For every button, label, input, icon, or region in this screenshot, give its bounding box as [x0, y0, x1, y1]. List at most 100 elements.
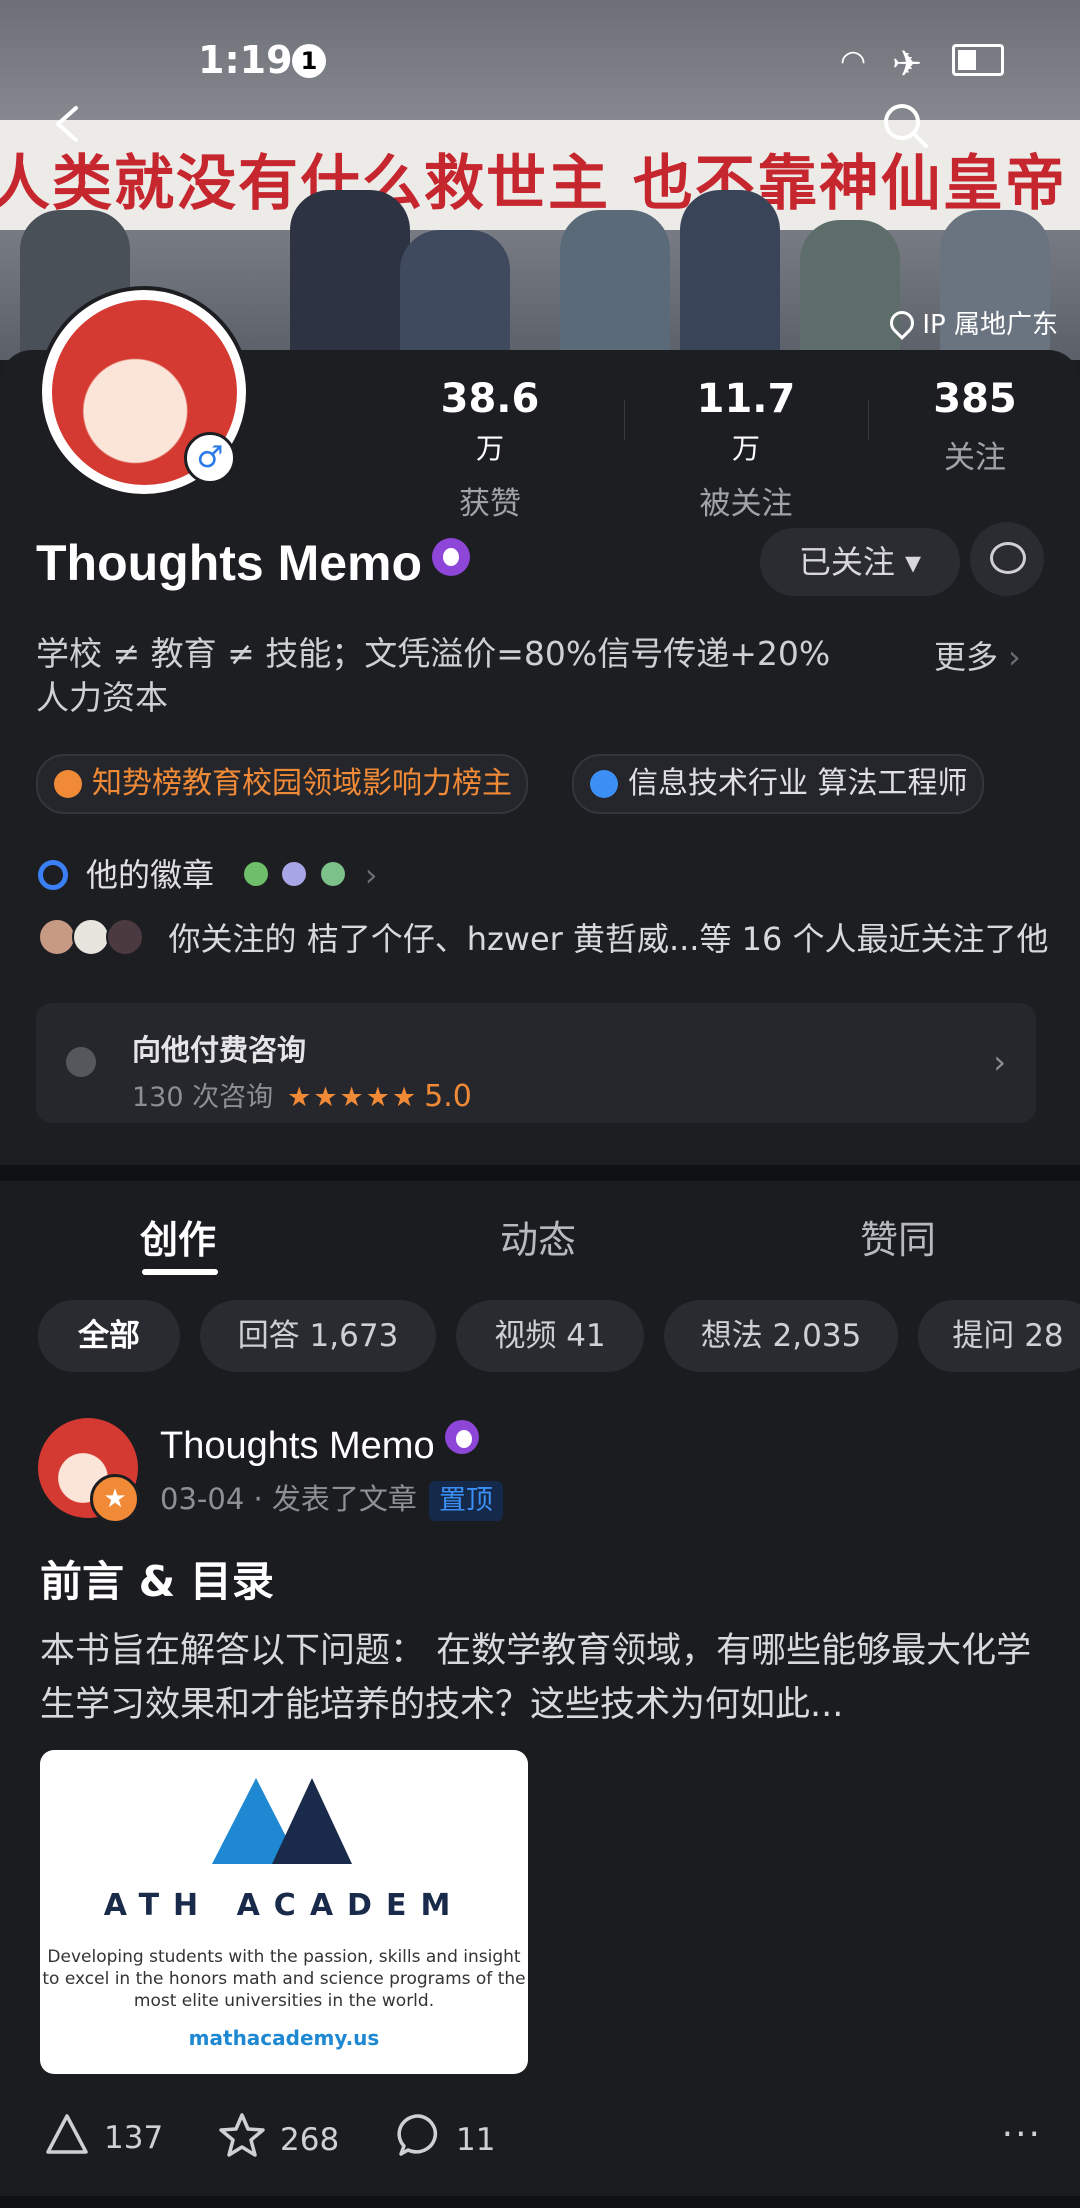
- medal-icon: [282, 862, 307, 886]
- battery-icon: [952, 44, 1004, 76]
- upvote-triangle-icon: [46, 2114, 88, 2154]
- post-actions: 137 268 11 ···: [0, 2106, 1080, 2166]
- filter-chips: 全部 回答 1,673 视频 41 想法 2,035 提问 28: [0, 1300, 1080, 1372]
- chip-all[interactable]: 全部: [38, 1300, 180, 1372]
- star-badge-icon: [54, 770, 82, 798]
- medals-label: 他的徽章: [86, 856, 215, 894]
- cover-figure: [680, 190, 780, 360]
- verified-check-icon: [590, 770, 618, 798]
- following-button[interactable]: 已关注 ▾: [760, 528, 960, 596]
- verified-badge-icon: [432, 538, 471, 576]
- notification-badge: 1: [292, 44, 326, 78]
- comment-count: 11: [456, 2122, 496, 2158]
- more-label: 更多: [934, 638, 999, 676]
- stat-followers[interactable]: 11.7 万 被关注: [676, 376, 816, 523]
- cover-figure: [800, 220, 900, 360]
- stat-likes[interactable]: 38.6 万 获赞: [420, 376, 560, 523]
- thumbnail-url: mathacademy.us: [188, 2026, 380, 2050]
- cover-figure: [290, 190, 410, 360]
- status-time: 1:19: [198, 38, 293, 82]
- post-excerpt[interactable]: 本书旨在解答以下问题： 在数学教育领域，有哪些能够最大化学生学习效果和才能培养的…: [40, 1624, 1040, 1732]
- tab-upvotes[interactable]: 赞同: [860, 1209, 936, 1264]
- tag-label: 知势榜教育校园领域影响力榜主: [92, 766, 512, 801]
- cover-figure: [400, 230, 510, 360]
- coin-icon: [66, 1047, 96, 1077]
- friend-avatar: [38, 918, 76, 956]
- gender-male-icon: ♂: [184, 432, 236, 484]
- consult-title: 向他付费咨询: [132, 1033, 307, 1067]
- post-meta-text: 03-04 · 发表了文章: [160, 1482, 417, 1516]
- consult-info: 130 次咨询 ★★★★★ 5.0: [132, 1075, 472, 1114]
- mutual-follow-row[interactable]: 你关注的 桔了个仔、hzwer 黄哲威...等 16 个人最近关注了他: [38, 914, 1049, 960]
- status-bar: 1:19 1 ◠ ✈: [0, 38, 1080, 88]
- stat-following[interactable]: 385 关注: [915, 376, 1035, 477]
- tab-creations[interactable]: 创作: [140, 1209, 216, 1264]
- star-badge-icon: ★: [90, 1474, 140, 1524]
- chip-answers[interactable]: 回答 1,673: [200, 1300, 436, 1372]
- more-options-icon[interactable]: ···: [1002, 2114, 1042, 2155]
- stat-value: 38.6 万: [440, 376, 540, 465]
- back-arrow-icon[interactable]: [48, 104, 88, 144]
- next-item-divider: [0, 2196, 1080, 2208]
- verified-badge-icon: [444, 1420, 479, 1454]
- wifi-icon: ◠: [840, 44, 867, 79]
- chevron-right-icon: ›: [1008, 638, 1021, 676]
- tab-activity[interactable]: 动态: [500, 1209, 576, 1264]
- cover-figure: [560, 210, 670, 360]
- paid-consult-card[interactable]: 向他付费咨询 130 次咨询 ★★★★★ 5.0 ›: [36, 1003, 1036, 1123]
- stat-value: 385: [933, 376, 1017, 422]
- post-author[interactable]: Thoughts Memo: [160, 1420, 479, 1468]
- medals-row[interactable]: 他的徽章 ›: [38, 850, 378, 896]
- chip-questions[interactable]: 提问 28: [918, 1300, 1080, 1372]
- math-academy-logo-icon: [272, 1778, 352, 1864]
- consult-count: 130 次咨询: [132, 1082, 274, 1113]
- post-author-avatar[interactable]: ★: [38, 1418, 140, 1524]
- friend-avatar: [106, 918, 145, 956]
- active-tab-indicator: [142, 1269, 218, 1275]
- section-divider: [0, 1165, 1080, 1181]
- comment-button[interactable]: 11: [396, 2112, 495, 2158]
- chat-bubble-icon: [990, 542, 1026, 574]
- search-icon[interactable]: [880, 100, 930, 150]
- stat-label: 获赞: [459, 486, 521, 522]
- thumbnail-brand: ATH ACADEM: [103, 1888, 465, 1923]
- upvote-count: 137: [104, 2120, 164, 2156]
- thumbnail-description: Developing students with the passion, sk…: [42, 1947, 526, 2011]
- occupation-tag[interactable]: 信息技术行业 算法工程师: [572, 754, 984, 814]
- ip-location: IP 属地广东: [885, 304, 1058, 341]
- mutual-follow-text: 你关注的 桔了个仔、hzwer 黄哲威...等 16 个人最近关注了他: [168, 920, 1049, 958]
- star-outline-icon: [219, 2113, 265, 2157]
- chip-thoughts[interactable]: 想法 2,035: [664, 1300, 898, 1372]
- chevron-right-icon: ›: [364, 856, 378, 894]
- chip-videos[interactable]: 视频 41: [456, 1300, 644, 1372]
- upvote-button[interactable]: 137: [44, 2112, 163, 2156]
- ribbon-icon: [38, 860, 68, 890]
- ip-location-text: IP 属地广东: [922, 310, 1058, 340]
- profile-name-text: Thoughts Memo: [36, 535, 423, 591]
- bio-more-link[interactable]: 更多 ›: [934, 632, 1021, 678]
- post-title[interactable]: 前言 & 目录: [40, 1548, 274, 1609]
- tag-label: 信息技术行业 算法工程师: [628, 766, 968, 801]
- pinned-badge: 置顶: [428, 1481, 503, 1521]
- favorite-count: 268: [280, 2122, 340, 2158]
- location-pin-icon: [885, 306, 920, 340]
- stat-value: 11.7 万: [696, 376, 796, 465]
- chevron-right-icon: ›: [993, 1043, 1006, 1081]
- post-author-name: Thoughts Memo: [160, 1425, 435, 1467]
- message-button[interactable]: [970, 522, 1044, 596]
- comment-bubble-icon: [397, 2114, 438, 2156]
- medal-icon: [244, 862, 269, 886]
- stat-divider: [868, 400, 869, 440]
- friend-avatar: [72, 918, 111, 956]
- profile-name: Thoughts Memo: [36, 534, 471, 592]
- stat-label: 关注: [944, 440, 1006, 476]
- airplane-icon: ✈: [892, 44, 923, 85]
- post-meta: 03-04 · 发表了文章 置顶: [160, 1476, 503, 1521]
- stat-label: 被关注: [699, 486, 793, 522]
- post-thumbnail[interactable]: ATH ACADEM Developing students with the …: [40, 1750, 528, 2074]
- content-tabs: 创作 动态 赞同: [0, 1181, 1080, 1281]
- profile-bio: 学校 ≠ 教育 ≠ 技能；文凭溢价=80%信号传递+20%人力资本: [36, 634, 831, 717]
- favorite-button[interactable]: 268: [218, 2112, 339, 2158]
- influence-tag[interactable]: 知势榜教育校园领域影响力榜主: [36, 754, 528, 814]
- medal-icon: [320, 862, 345, 886]
